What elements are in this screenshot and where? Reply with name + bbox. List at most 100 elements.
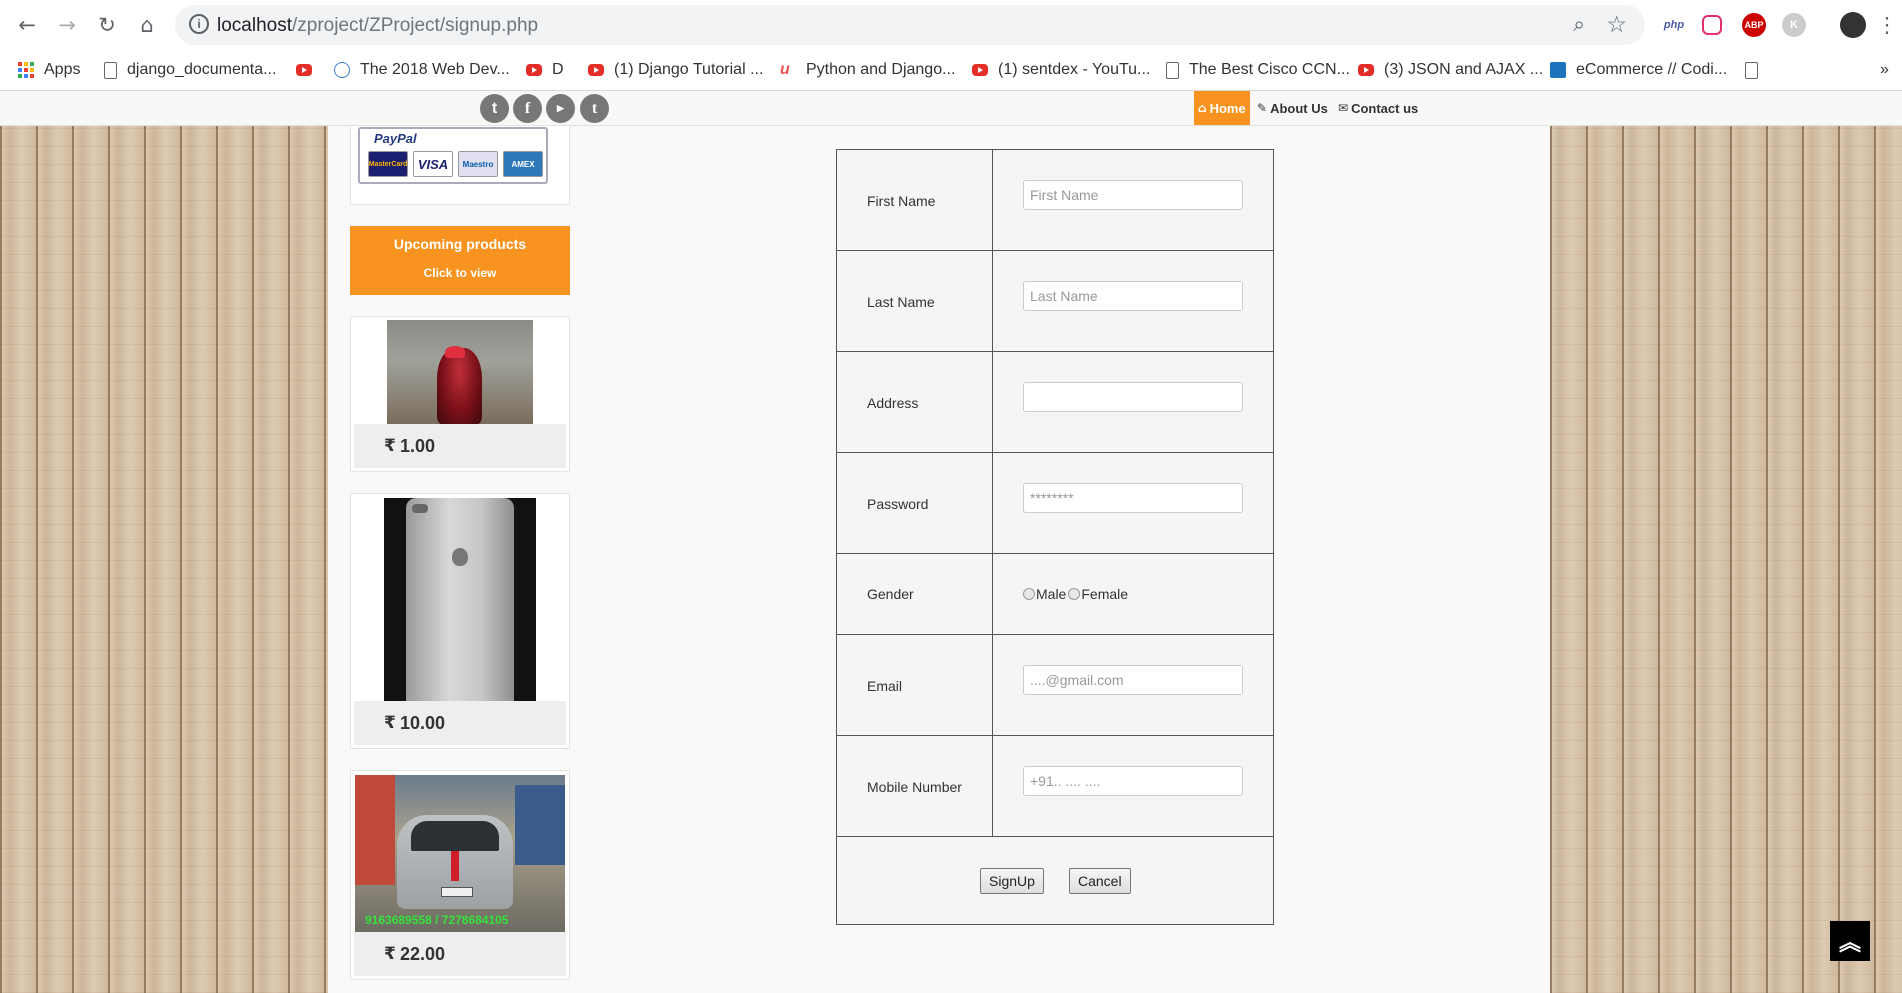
bookmark-python-django[interactable]: u Python and Django... [780, 58, 955, 82]
amex-label: AMEX [511, 159, 535, 169]
site-info-icon[interactable]: i [189, 14, 209, 34]
password-label: Password [867, 496, 929, 512]
url-text[interactable]: localhost/zproject/ZProject/signup.php [217, 15, 538, 37]
nav-contact[interactable]: ✉ Contact us [1338, 91, 1418, 125]
youtube-social-icon[interactable]: ▶ [546, 94, 575, 123]
address-bar[interactable]: i localhost/zproject/ZProject/signup.php… [175, 5, 1645, 45]
phone-overlay-text: 9163689558 / 7278684105 [365, 913, 509, 927]
bookmarks-overflow-icon[interactable]: » [1880, 58, 1889, 82]
nav-about[interactable]: ✎ About Us [1257, 91, 1328, 125]
upcoming-products-button[interactable]: Upcoming products Click to view [350, 226, 570, 295]
bookmark-django-docs[interactable]: django_documenta... [104, 58, 276, 82]
bookmark-label: Apps [44, 61, 81, 78]
menu-kebab-icon[interactable]: ⋮ [1872, 10, 1902, 40]
upcoming-title: Upcoming products [393, 236, 527, 252]
mobile-input[interactable] [1023, 766, 1243, 796]
bookmark-cisco[interactable]: The Best Cisco CCN... [1166, 58, 1350, 82]
price-value: 10.00 [400, 712, 446, 733]
form-row-email: Email [837, 635, 1273, 736]
profile-avatar[interactable] [1840, 12, 1866, 38]
k-extension-icon[interactable]: K [1782, 13, 1806, 37]
amex-logo: AMEX [503, 151, 543, 177]
product-price: ₹22.00 [354, 932, 566, 976]
adblock-extension-icon[interactable]: ABP [1742, 13, 1766, 37]
signup-form: First Name Last Name Address Password Ge… [836, 149, 1274, 925]
gender-female-radio[interactable] [1068, 588, 1081, 600]
youtube-icon [526, 64, 542, 76]
price-value: 22.00 [400, 943, 446, 964]
product-image-car[interactable]: 9163689558 / 7278684105 [355, 775, 565, 932]
last-name-label: Last Name [867, 294, 935, 310]
product-price: ₹10.00 [354, 701, 566, 745]
twitter-icon[interactable]: t [480, 94, 509, 123]
mobile-label: Mobile Number [867, 779, 962, 795]
k-extension-label: K [1790, 19, 1798, 31]
last-name-input[interactable] [1023, 281, 1243, 311]
email-input[interactable] [1023, 665, 1243, 695]
bookmark-label: eCommerce // Codi... [1576, 61, 1728, 78]
home-icon[interactable]: ⌂ [132, 10, 162, 40]
instagram-extension-icon[interactable] [1702, 15, 1722, 35]
bookmark-django-tutorial[interactable]: (1) Django Tutorial ... [588, 58, 763, 82]
youtube-icon [1358, 64, 1374, 76]
product-price: ₹1.00 [354, 424, 566, 468]
facebook-icon[interactable]: f [513, 94, 542, 123]
form-row-first-name: First Name [837, 150, 1273, 251]
wood-background-right [1550, 91, 1902, 993]
product-image-rooster[interactable] [387, 320, 533, 424]
edit-icon: ✎ [1257, 101, 1268, 115]
url-path: /zproject/ZProject/signup.php [292, 15, 539, 36]
rupee-icon: ₹ [384, 944, 396, 964]
bookmark-blank[interactable] [1745, 58, 1768, 82]
password-input[interactable] [1023, 483, 1243, 513]
nav-home-label: Home [1209, 100, 1246, 116]
bookmark-label: (1) sentdex - YouTu... [998, 61, 1151, 78]
first-name-input[interactable] [1023, 180, 1243, 210]
bookmark-apps[interactable]: Apps [18, 58, 80, 82]
first-name-label: First Name [867, 193, 936, 209]
forward-arrow-icon[interactable]: → [52, 10, 82, 40]
cancel-button[interactable]: Cancel [1069, 868, 1131, 894]
bookmark-ecommerce[interactable]: eCommerce // Codi... [1550, 58, 1727, 82]
form-row-mobile: Mobile Number [837, 736, 1273, 837]
bookmark-web-dev[interactable]: The 2018 Web Dev... [334, 58, 510, 82]
zoom-icon[interactable]: ⌕ [1573, 13, 1585, 37]
wood-background-left [0, 91, 328, 993]
visa-logo: VISA [413, 151, 453, 177]
product-image-iphone[interactable] [384, 498, 536, 701]
bookmark-d[interactable]: D [526, 58, 564, 82]
bookmark-label: D [552, 61, 564, 78]
bookmark-sentdex[interactable]: (1) sentdex - YouTu... [972, 58, 1150, 82]
address-label: Address [867, 395, 919, 411]
form-row-actions: SignUp Cancel [837, 837, 1273, 924]
bookmark-label: django_documenta... [127, 61, 277, 78]
gender-male-radio[interactable] [1023, 588, 1035, 600]
scroll-to-top-icon[interactable]: ︽ [1830, 921, 1870, 961]
mastercard-logo: MasterCard [368, 151, 408, 177]
apps-grid-icon [18, 62, 34, 78]
site-favicon-icon [334, 62, 350, 78]
document-icon [104, 61, 117, 79]
php-extension-icon[interactable]: php [1662, 13, 1686, 37]
home-icon: ⌂ [1198, 101, 1207, 115]
gender-female-label: Female [1081, 586, 1129, 602]
back-arrow-icon[interactable]: ← [12, 10, 42, 40]
bookmark-label: The 2018 Web Dev... [360, 61, 510, 78]
nav-contact-label: Contact us [1351, 100, 1419, 116]
document-icon [1166, 61, 1179, 79]
gender-label: Gender [867, 586, 914, 602]
bookmark-json-ajax[interactable]: (3) JSON and AJAX ... [1358, 58, 1543, 82]
abp-extension-label: ABP [1744, 20, 1764, 30]
tumblr-icon[interactable]: t [580, 94, 609, 123]
signup-button[interactable]: SignUp [980, 868, 1044, 894]
upcoming-cta: Click to view [423, 266, 497, 280]
email-label: Email [867, 678, 903, 694]
rupee-icon: ₹ [384, 436, 396, 456]
reload-icon[interactable]: ↻ [92, 10, 122, 40]
address-input[interactable] [1023, 382, 1243, 412]
bookmark-youtube[interactable] [296, 58, 322, 82]
price-value: 1.00 [400, 435, 436, 456]
site-navbar: t f ▶ t ⌂ Home ✎ About Us ✉ Contact us [0, 91, 1902, 126]
bookmark-star-icon[interactable]: ☆ [1606, 11, 1627, 38]
nav-home[interactable]: ⌂ Home [1194, 91, 1250, 125]
